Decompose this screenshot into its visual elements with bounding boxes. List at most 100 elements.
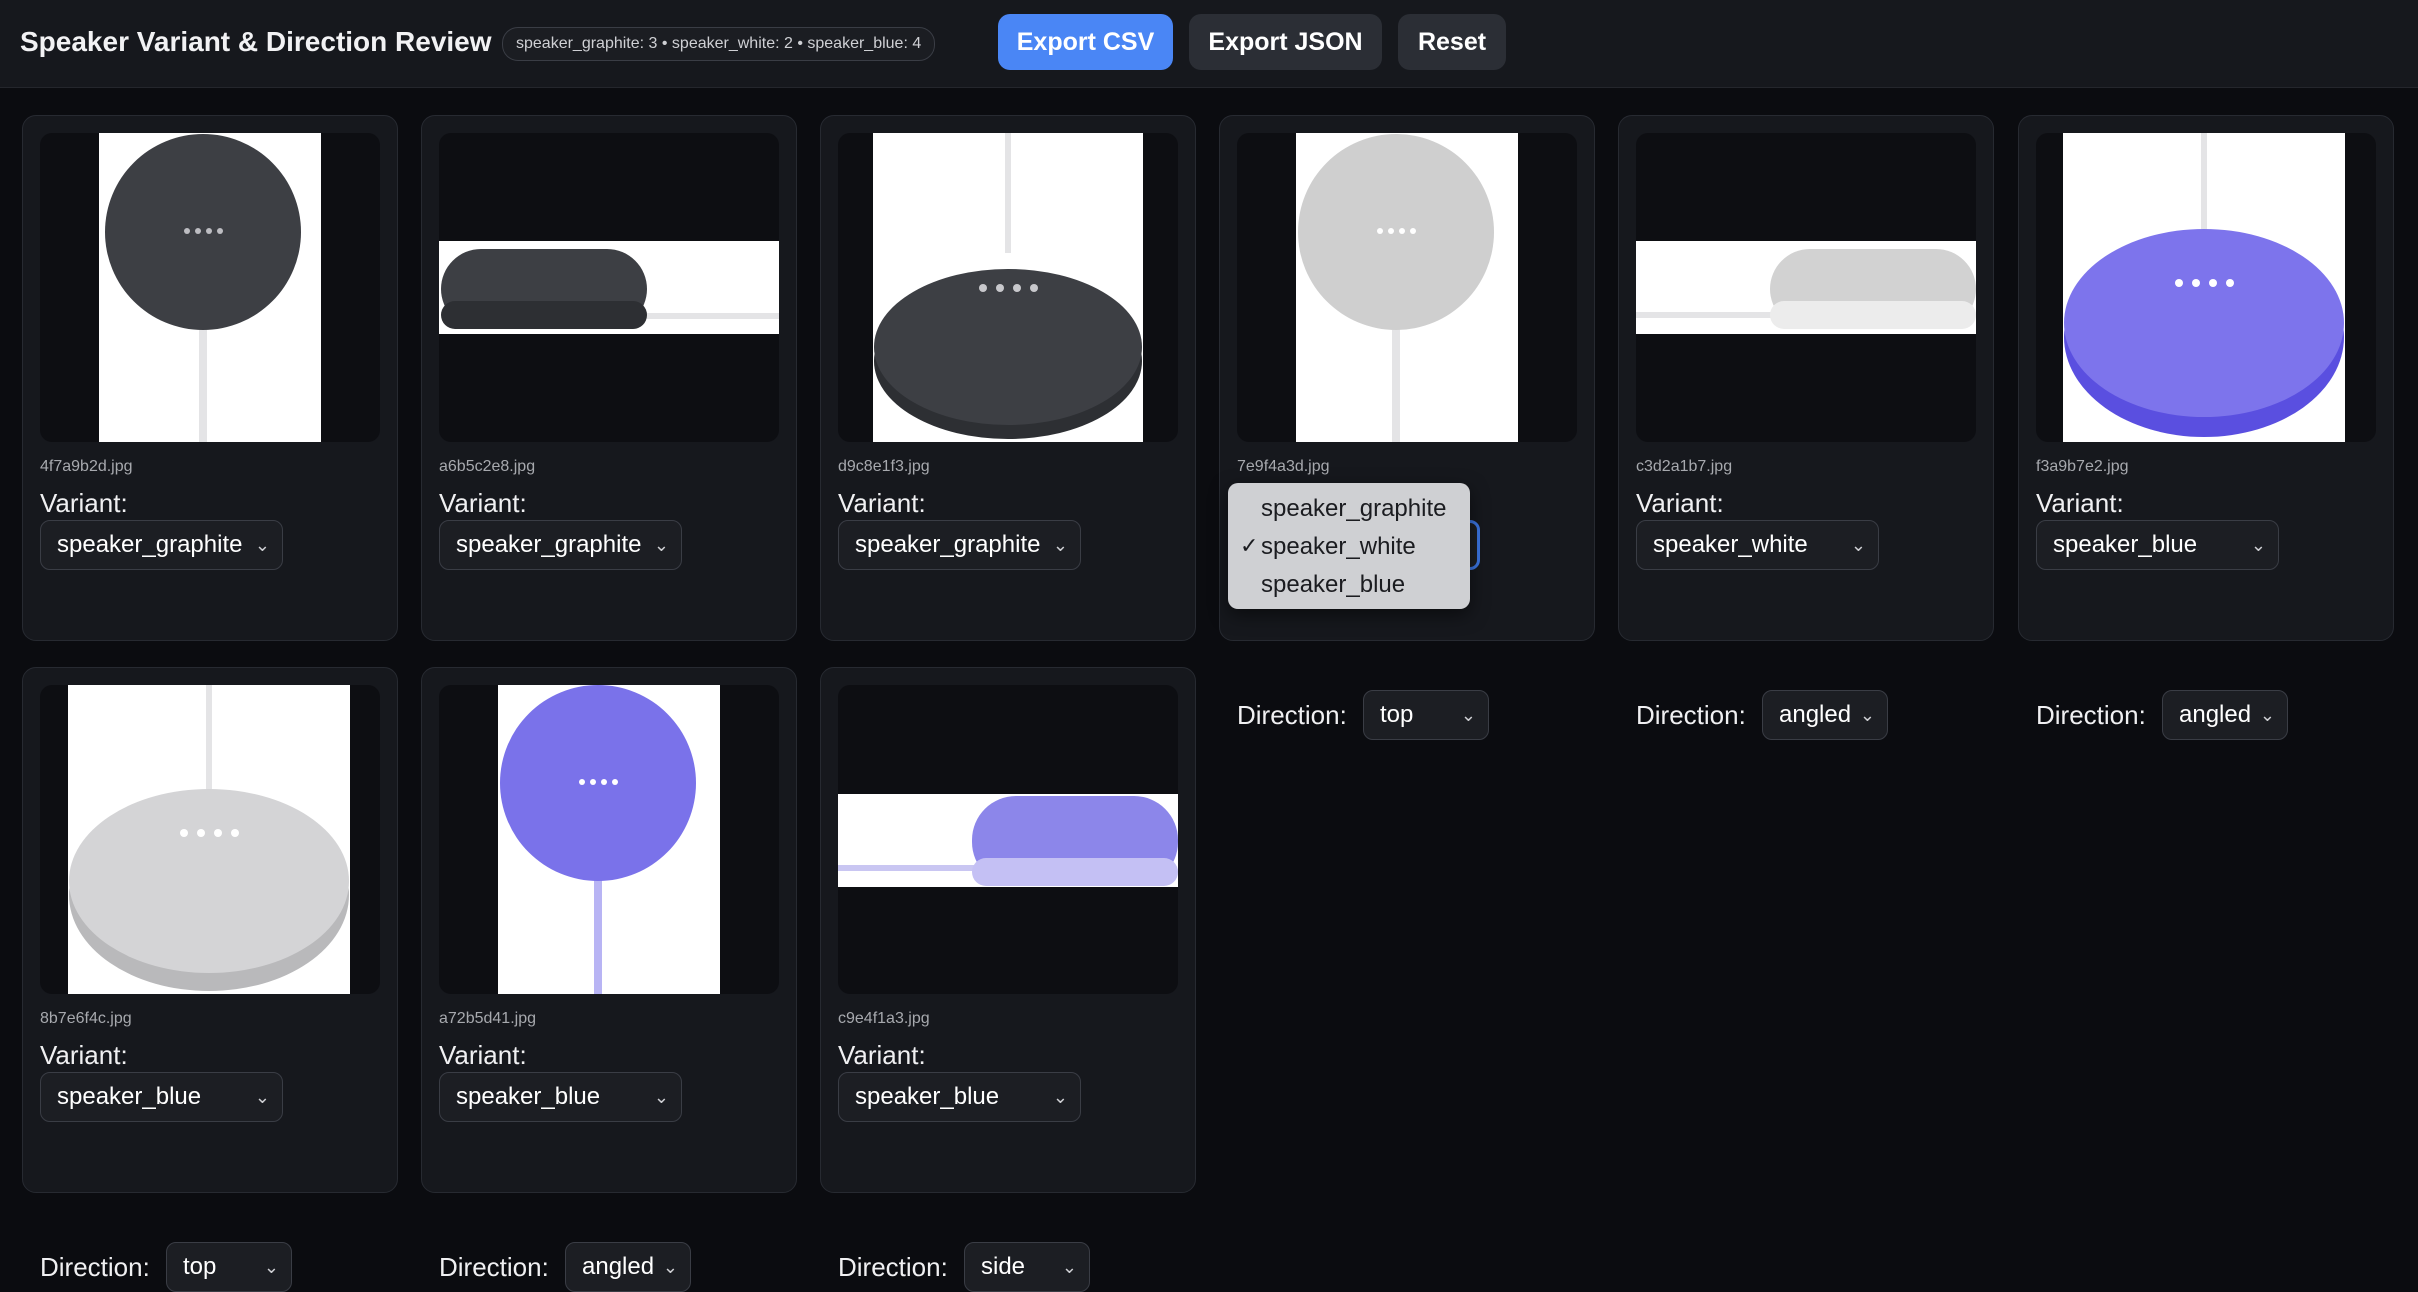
chevron-down-icon: ⌄ [2259, 705, 2275, 725]
direction-value: angled [582, 1253, 655, 1280]
variant-value: speaker_graphite [456, 531, 642, 558]
checkmark-icon: ✓ [1240, 533, 1259, 558]
chevron-down-icon: ⌄ [1052, 1087, 1068, 1107]
file-name: a6b5c2e8.jpg [439, 458, 536, 475]
speaker-photo [68, 685, 350, 994]
export-csv-button[interactable]: Export CSV [998, 14, 1173, 70]
direction-row: Direction: angled ⌄ [2036, 690, 2316, 740]
direction-label: Direction: [2036, 700, 2146, 730]
direction-select[interactable]: angled ⌄ [565, 1242, 691, 1292]
direction-value: top [1380, 701, 1414, 728]
variant-count-badge: speaker_graphite: 3 • speaker_white: 2 •… [502, 27, 936, 61]
file-name: f3a9b7e2.jpg [2036, 458, 2129, 475]
speaker-photo [873, 133, 1143, 442]
direction-label: Direction: [838, 1252, 948, 1282]
dropdown-option-speaker-graphite[interactable]: speaker_graphite [1261, 495, 1446, 523]
direction-select[interactable]: angled ⌄ [2162, 690, 2288, 740]
direction-row: Direction: angled ⌄ [1636, 690, 1916, 740]
dropdown-option-speaker-white[interactable]: speaker_white [1261, 533, 1416, 561]
variant-select[interactable]: speaker_graphite ⌄ [838, 520, 1081, 570]
image-card: c9e4f1a3.jpg Variant: speaker_blue ⌄ Dire… [820, 667, 1196, 1292]
image-thumbnail[interactable] [40, 133, 380, 442]
export-json-button[interactable]: Export JSON [1189, 14, 1382, 70]
variant-select[interactable]: speaker_blue ⌄ [439, 1072, 682, 1122]
file-name: c3d2a1b7.jpg [1636, 458, 1733, 475]
chevron-down-icon: ⌄ [1859, 705, 1875, 725]
direction-select[interactable]: top ⌄ [166, 1242, 292, 1292]
speaker-photo [838, 794, 1178, 887]
variant-select[interactable]: speaker_graphite ⌄ [40, 520, 283, 570]
reset-button[interactable]: Reset [1398, 14, 1506, 70]
variant-value: speaker_blue [57, 1083, 202, 1110]
variant-label: Variant: [838, 1040, 926, 1070]
speaker-photo [99, 133, 321, 442]
chevron-down-icon: ⌄ [1460, 705, 1476, 725]
variant-label: Variant: [40, 1040, 128, 1070]
chevron-down-icon: ⌄ [653, 1087, 669, 1107]
direction-value: angled [1779, 701, 1852, 728]
image-thumbnail[interactable] [1636, 133, 1976, 442]
chevron-down-icon: ⌄ [263, 1257, 279, 1277]
variant-select[interactable]: speaker_graphite ⌄ [439, 520, 682, 570]
image-card: d9c8e1f3.jpg Variant: speaker_graphite ⌄ … [820, 115, 1196, 740]
variant-dropdown-menu: speaker_graphite ✓ speaker_white speaker… [1228, 483, 1470, 609]
chevron-down-icon: ⌄ [662, 1257, 678, 1277]
file-name: 8b7e6f4c.jpg [40, 1010, 132, 1027]
variant-label: Variant: [439, 488, 527, 518]
variant-value: speaker_blue [855, 1083, 1000, 1110]
direction-row: Direction: side ⌄ [838, 1242, 1118, 1292]
page-title: Speaker Variant & Direction Review [20, 26, 492, 57]
chevron-down-icon: ⌄ [254, 535, 270, 555]
variant-value: speaker_white [1653, 531, 1808, 558]
file-name: a72b5d41.jpg [439, 1010, 536, 1027]
speaker-photo [1296, 133, 1518, 442]
speaker-photo [1636, 241, 1976, 334]
variant-select[interactable]: speaker_blue ⌄ [2036, 520, 2279, 570]
direction-value: angled [2179, 701, 2252, 728]
image-thumbnail[interactable] [1237, 133, 1577, 442]
image-card: a6b5c2e8.jpg Variant: speaker_graphite ⌄ … [421, 115, 797, 740]
image-card: c3d2a1b7.jpg Variant: speaker_white ⌄ Dir… [1618, 115, 1994, 740]
image-thumbnail[interactable] [2036, 133, 2376, 442]
image-card: a72b5d41.jpg Variant: speaker_blue ⌄ Dire… [421, 667, 797, 1292]
variant-select[interactable]: speaker_blue ⌄ [838, 1072, 1081, 1122]
file-name: c9e4f1a3.jpg [838, 1010, 930, 1027]
direction-select[interactable]: top ⌄ [1363, 690, 1489, 740]
image-thumbnail[interactable] [40, 685, 380, 994]
direction-row: Direction: top ⌄ [40, 1242, 320, 1292]
direction-label: Direction: [40, 1252, 150, 1282]
image-thumbnail[interactable] [439, 133, 779, 442]
chevron-down-icon: ⌄ [1052, 535, 1068, 555]
file-name: 7e9f4a3d.jpg [1237, 458, 1330, 475]
speaker-photo [2063, 133, 2345, 442]
file-name: 4f7a9b2d.jpg [40, 458, 133, 475]
chevron-down-icon: ⌄ [653, 535, 669, 555]
image-card: f3a9b7e2.jpg Variant: speaker_blue ⌄ Dire… [2018, 115, 2394, 740]
direction-row: Direction: angled ⌄ [439, 1242, 719, 1292]
image-thumbnail[interactable] [838, 685, 1178, 994]
speaker-photo [498, 685, 720, 994]
chevron-down-icon: ⌄ [254, 1087, 270, 1107]
direction-select[interactable]: side ⌄ [964, 1242, 1090, 1292]
variant-select[interactable]: speaker_blue ⌄ [40, 1072, 283, 1122]
variant-value: speaker_graphite [855, 531, 1041, 558]
image-card: 8b7e6f4c.jpg Variant: speaker_blue ⌄ Dire… [22, 667, 398, 1292]
speaker-photo [439, 241, 779, 334]
variant-label: Variant: [40, 488, 128, 518]
dropdown-option-speaker-blue[interactable]: speaker_blue [1261, 571, 1405, 599]
chevron-down-icon: ⌄ [1061, 1257, 1077, 1277]
top-bar: Speaker Variant & Direction Review speak… [0, 0, 2418, 88]
variant-label: Variant: [2036, 488, 2124, 518]
variant-value: speaker_blue [456, 1083, 601, 1110]
image-thumbnail[interactable] [838, 133, 1178, 442]
direction-label: Direction: [1636, 700, 1746, 730]
image-card: 4f7a9b2d.jpg Variant: speaker_graphite ⌄ … [22, 115, 398, 740]
direction-value: side [981, 1253, 1026, 1280]
variant-value: speaker_graphite [57, 531, 243, 558]
chevron-down-icon: ⌄ [2250, 535, 2266, 555]
variant-select[interactable]: speaker_white ⌄ [1636, 520, 1879, 570]
variant-label: Variant: [838, 488, 926, 518]
image-thumbnail[interactable] [439, 685, 779, 994]
direction-select[interactable]: angled ⌄ [1762, 690, 1888, 740]
variant-value: speaker_blue [2053, 531, 2198, 558]
